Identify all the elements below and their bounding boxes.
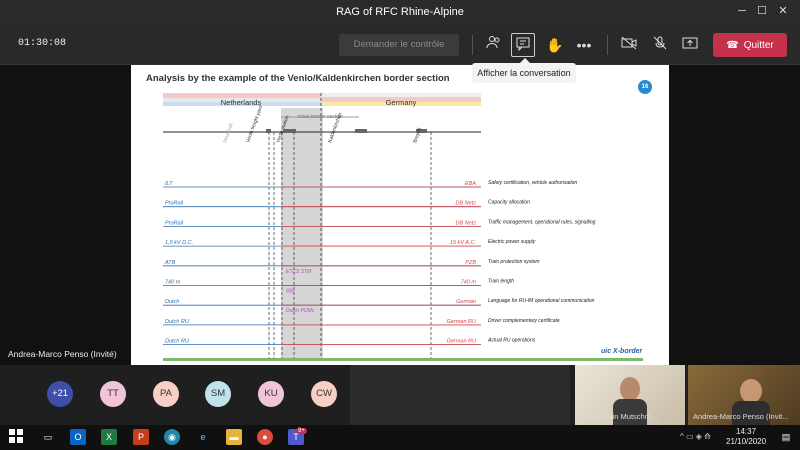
participant-avatar[interactable]: TT [100,381,126,407]
row-left-label: Dutch RU [165,339,189,345]
station-label: Breyell [412,127,423,143]
participant-tile-area [350,365,570,425]
request-control-button[interactable]: Demander le contrôle [339,34,459,56]
notifications-icon[interactable]: ▤ [778,429,794,445]
row-mid-label: 690 [286,289,295,295]
teams-badge: 9+ [296,428,307,434]
chrome-icon[interactable]: ● [257,429,273,445]
row-right-label: 740 m [461,280,477,286]
row-right-label: 15 kV A.C. [450,240,476,246]
title-bar: RAG of RFC Rhine-Alpine ─ ☐ ✕ [0,0,800,25]
participant-avatar[interactable]: +21 [47,381,73,407]
station-label: Maasbüll [222,123,234,144]
station-marker [266,129,271,133]
row-right-label: German RU [447,319,476,325]
row-right-label: German RU [447,339,476,345]
presenter-name: Andrea-Marco Penso (Invité) [8,349,117,359]
internet-explorer-icon[interactable]: e [195,429,211,445]
windows-start-icon[interactable] [8,429,24,445]
row-description: Capacity allocation [488,200,530,206]
raise-hand-icon[interactable]: ✋ [543,33,567,57]
video-name-konstantin: Konstantin Mutschm... [583,412,658,421]
participants-icon[interactable] [482,33,506,57]
row-left-label: ATB [164,260,176,266]
outlook-icon[interactable]: O [70,429,86,445]
row-left-label: Dutch [165,299,179,305]
row-left-label: Dutch RU [165,319,189,325]
leave-label: Quitter [743,39,774,51]
row-description: Language for RU-IM operational communica… [488,298,595,304]
row-right-label: DB Netz [456,201,477,207]
participant-avatar[interactable]: CW [311,381,337,407]
minimize-icon[interactable]: ─ [735,4,749,18]
station-marker [355,129,367,133]
mic-off-icon[interactable] [648,33,672,57]
toolbar-divider [472,35,473,55]
meeting-toolbar: 01:30:08 Demander le contrôle ✋ ••• ☎ Qu… [0,25,800,65]
excel-icon[interactable]: X [101,429,117,445]
row-description: Traffic management, operational rules, s… [488,219,596,225]
row-left-label: 1,5 kV D.C. [165,240,193,246]
row-mid-label: ETCS STM [286,269,312,275]
uic-logo: uic X-border [601,348,644,355]
row-description: Driver complementary certificate [488,318,560,324]
phone-hangup-icon: ☎ [726,39,739,51]
row-description: Safety certification, vehicle authorisat… [488,180,577,186]
row-description: Train length [488,279,514,285]
band-de-black [321,93,481,97]
camera-off-icon[interactable] [617,33,641,57]
station-label: Venlo freight yard [245,105,264,144]
row-description: Electric power supply [488,239,536,245]
toolbar-divider [607,35,608,55]
participant-avatar[interactable]: PA [153,381,179,407]
file-explorer-icon[interactable]: ▬ [226,429,242,445]
chat-icon[interactable] [511,33,535,57]
row-description: Actual RU operations [487,338,536,344]
border-zone [281,108,323,358]
tray-icons[interactable]: ^ ▭ ◈ ⟰ [680,432,711,441]
footer-bar [163,358,643,361]
row-right-label: PZB [465,260,476,266]
border-diagram: Netherlands Germanycross-border sectionMa… [163,93,644,361]
country-netherlands: Netherlands [221,98,262,107]
leave-button[interactable]: ☎ Quitter [713,33,787,57]
chat-tooltip: Afficher la conversation [472,58,576,83]
row-right-label: German [456,299,476,305]
row-mid-label: Dutch POMs [286,308,315,314]
browser-icon[interactable]: ◉ [164,429,180,445]
participant-avatar[interactable]: SM [205,381,231,407]
powerpoint-icon[interactable]: P [133,429,149,445]
windows-taskbar: ▭ O X P ◉ e ▬ ● T 9+ ^ ▭ ◈ ⟰ 14:37 21/10… [0,425,800,450]
share-screen-icon[interactable] [678,33,702,57]
close-icon[interactable]: ✕ [776,4,790,18]
clock-time: 14:37 [736,427,757,436]
row-right-label: DB Netz [456,220,477,226]
system-clock[interactable]: 14:37 21/10/2020 [726,427,766,447]
row-description: Train protection system [488,259,540,265]
task-view-icon[interactable]: ▭ [40,429,56,445]
row-left-label: ProRail [165,220,184,226]
window-title: RAG of RFC Rhine-Alpine [336,6,464,18]
row-left-label: 740 m [165,280,181,286]
participant-avatar[interactable]: KU [258,381,284,407]
row-right-label: EBA [465,181,476,187]
shared-slide: Analysis by the example of the Venlo/Kal… [131,65,669,367]
clock-date: 21/10/2020 [726,437,767,446]
meeting-timer: 01:30:08 [18,38,67,49]
row-left-label: ProRail [165,201,184,207]
more-options-icon[interactable]: ••• [572,33,596,57]
maximize-icon[interactable]: ☐ [755,4,769,18]
row-left-label: ILT [165,181,173,187]
country-germany: Germany [386,98,417,107]
video-name-andrea: Andrea-Marco Penso (Invit... [693,412,789,421]
